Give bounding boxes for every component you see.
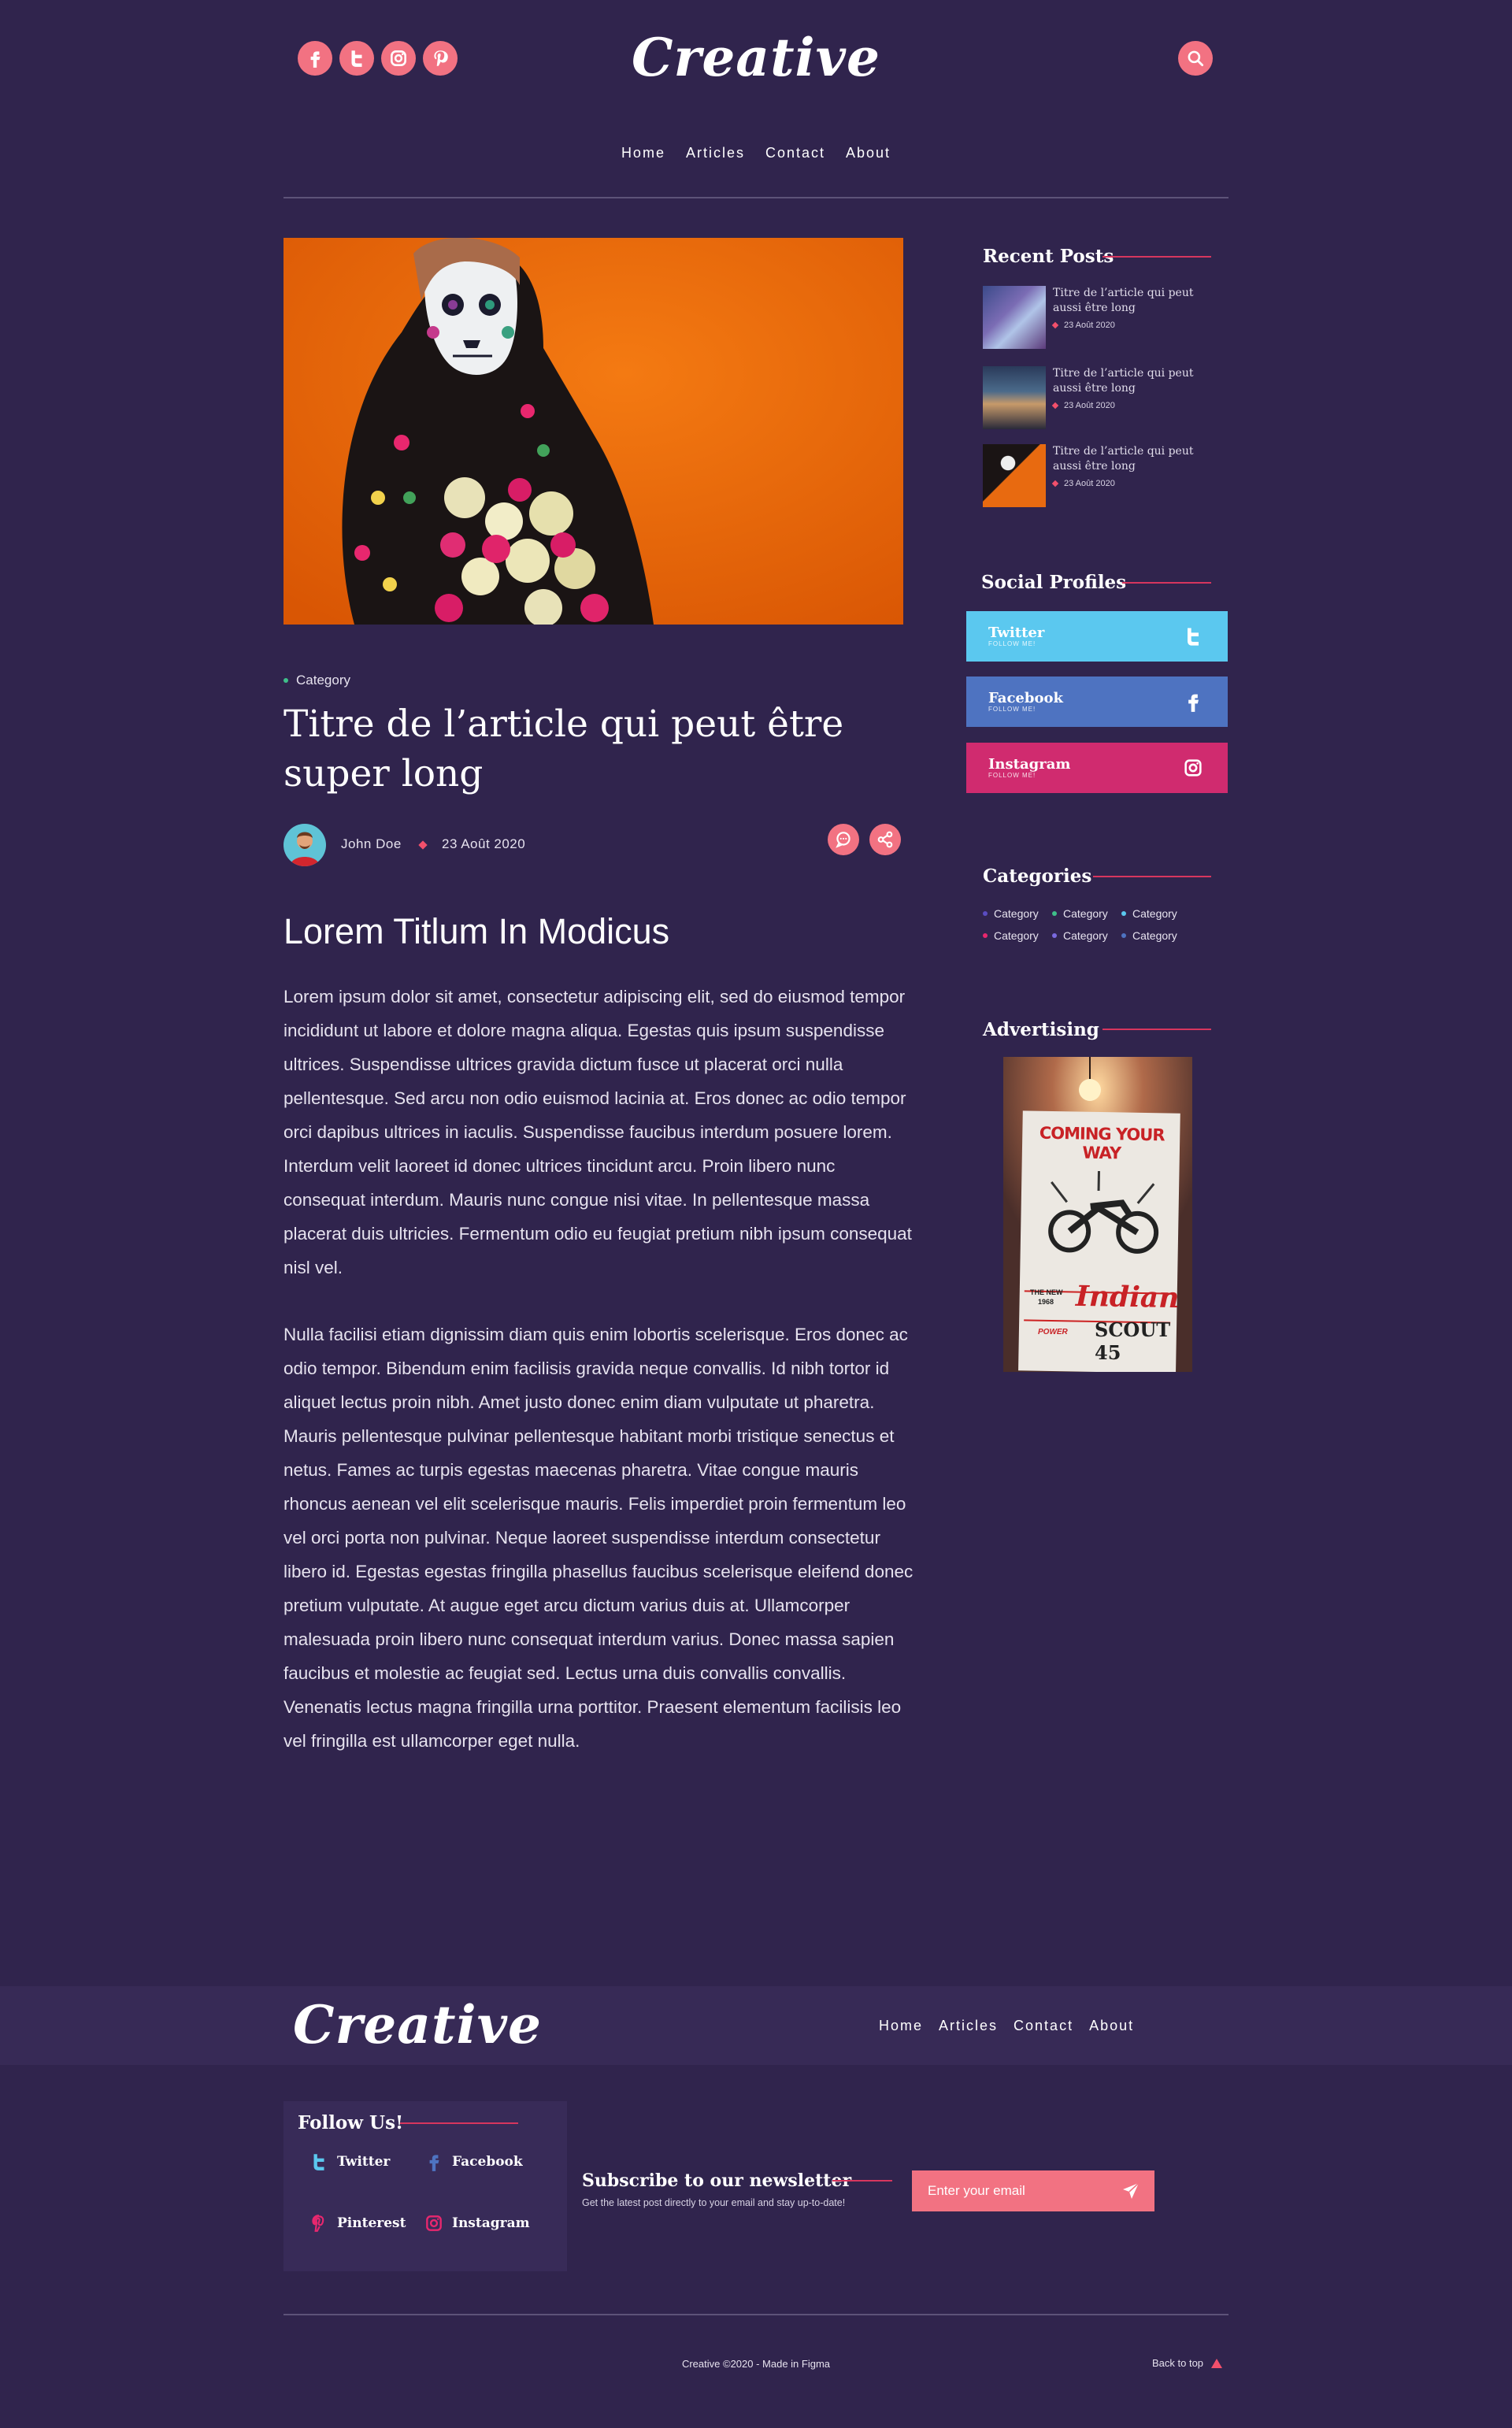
follow-us-line	[400, 2122, 518, 2124]
follow-pinterest[interactable]: Pinterest	[309, 2213, 406, 2233]
category-item[interactable]: Category	[1052, 929, 1121, 942]
share-icon	[877, 831, 893, 848]
newsletter-form: Enter your email	[912, 2170, 1154, 2211]
twitter-icon	[313, 2154, 324, 2170]
article-heading: Lorem Titlum In Modicus	[284, 911, 670, 951]
instagram-icon	[1184, 759, 1202, 777]
instagram-icon	[426, 2215, 442, 2231]
category-list: Category Category Category Category Cate…	[983, 907, 1191, 942]
recent-post-date: 23 Août 2020	[1051, 401, 1210, 410]
advertising-line	[1102, 1029, 1211, 1030]
ad-brand: Indian	[1075, 1279, 1180, 1315]
comment-button[interactable]	[828, 824, 859, 855]
search-icon	[1188, 50, 1204, 67]
twitter-icon	[1188, 628, 1199, 646]
advertising-banner[interactable]: COMING YOUR WAY THE NEW 1968 Indian POWE…	[1003, 1057, 1192, 1372]
article-date: 23 Août 2020	[442, 836, 526, 851]
recent-post-title: Titre de l’article qui peut aussi être l…	[1053, 287, 1194, 314]
facebook-icon	[1188, 694, 1199, 712]
category-item[interactable]: Category	[1052, 907, 1121, 920]
category-dot	[284, 678, 288, 683]
facebook-icon	[429, 2155, 439, 2171]
author-avatar[interactable]	[284, 824, 326, 866]
comment-icon	[836, 832, 850, 848]
newsletter-title: Subscribe to our newsletter	[582, 2170, 852, 2191]
category-item[interactable]: Category	[983, 929, 1052, 942]
recent-post-title: Titre de l’article qui peut aussi être l…	[1053, 367, 1194, 395]
recent-post-thumbnail	[983, 366, 1046, 429]
ad-model: SCOUT 45	[1095, 1318, 1171, 1364]
send-icon[interactable]	[1121, 2181, 1140, 2200]
header-divider	[284, 197, 1228, 198]
header-social-icons	[298, 41, 458, 76]
footer-logo[interactable]: Creative	[293, 1989, 542, 2060]
pinterest-icon[interactable]	[423, 41, 458, 76]
facebook-profile-button[interactable]: Facebook FOLLOW ME!	[966, 677, 1228, 727]
pinterest-icon	[312, 2215, 324, 2232]
category-label: Category	[296, 673, 350, 688]
footer-nav: Home Articles Contact About	[879, 2018, 1134, 2034]
follow-us-box: Follow Us! Twitter Facebook Pinterest In…	[284, 2101, 567, 2271]
article-hero-image	[284, 238, 903, 625]
footer-divider	[284, 2314, 1228, 2315]
main-nav: Home Articles Contact About	[0, 145, 1512, 161]
arrow-up-icon	[1211, 2358, 1223, 2368]
back-to-top-link[interactable]: Back to top	[1152, 2357, 1223, 2369]
advertising-title: Advertising	[983, 1019, 1099, 1040]
recent-post-date: 23 Août 2020	[1051, 479, 1210, 488]
category-item[interactable]: Category	[983, 907, 1052, 920]
follow-twitter[interactable]: Twitter	[309, 2152, 390, 2172]
facebook-icon[interactable]	[298, 41, 332, 76]
article-category[interactable]: Category	[284, 673, 350, 688]
site-logo[interactable]: Creative	[622, 22, 890, 93]
nav-about[interactable]: About	[846, 145, 891, 161]
instagram-profile-button[interactable]: Instagram FOLLOW ME!	[966, 743, 1228, 793]
newsletter-subtitle: Get the latest post directly to your ema…	[582, 2197, 846, 2208]
recent-post-thumbnail	[983, 444, 1046, 507]
ad-new-label: THE NEW	[1030, 1288, 1063, 1296]
article-paragraph-2: Nulla facilisi etiam dignissim diam quis…	[284, 1325, 914, 1751]
categories-title: Categories	[983, 866, 1092, 887]
recent-post-2[interactable]: Titre de l’article qui peut aussi être l…	[983, 366, 1210, 429]
social-profiles-line	[1122, 582, 1211, 584]
category-item[interactable]: Category	[1121, 929, 1191, 942]
follow-instagram[interactable]: Instagram	[424, 2213, 530, 2233]
article-paragraph-1: Lorem ipsum dolor sit amet, consectetur …	[284, 987, 912, 1277]
follow-facebook[interactable]: Facebook	[424, 2152, 523, 2172]
author-name[interactable]: John Doe	[341, 836, 402, 852]
share-button[interactable]	[869, 824, 901, 855]
recent-post-date: 23 Août 2020	[1051, 321, 1210, 330]
twitter-profile-button[interactable]: Twitter FOLLOW ME!	[966, 611, 1228, 662]
search-button[interactable]	[1178, 41, 1213, 76]
nav-contact[interactable]: Contact	[765, 145, 825, 161]
category-item[interactable]: Category	[1121, 907, 1191, 920]
recent-posts-title: Recent Posts	[983, 246, 1114, 267]
recent-post-1[interactable]: Titre de l’article qui peut aussi être l…	[983, 286, 1210, 349]
categories-line	[1093, 876, 1211, 877]
article-title: Titre de l’article qui peut être super l…	[284, 702, 844, 795]
instagram-icon[interactable]	[381, 41, 416, 76]
ad-year-label: 1968	[1038, 1298, 1054, 1306]
follow-us-title: Follow Us!	[298, 2112, 404, 2133]
recent-post-title: Titre de l’article qui peut aussi être l…	[1053, 445, 1194, 473]
footer-nav-about[interactable]: About	[1089, 2018, 1134, 2034]
ad-headline: COMING YOUR WAY	[1039, 1123, 1165, 1163]
newsletter-line	[832, 2180, 892, 2181]
footer-band	[0, 1986, 1512, 2065]
recent-posts-line	[1102, 256, 1211, 258]
ad-power-label: POWER	[1038, 1328, 1068, 1336]
email-input[interactable]: Enter your email	[928, 2183, 1025, 2199]
recent-post-3[interactable]: Titre de l’article qui peut aussi être l…	[983, 444, 1210, 507]
footer-nav-home[interactable]: Home	[879, 2018, 923, 2034]
meta-separator	[418, 840, 428, 850]
footer-nav-contact[interactable]: Contact	[1014, 2018, 1073, 2034]
nav-articles[interactable]: Articles	[686, 145, 745, 161]
recent-post-thumbnail	[983, 286, 1046, 349]
twitter-icon[interactable]	[339, 41, 374, 76]
footer-nav-articles[interactable]: Articles	[939, 2018, 998, 2034]
nav-home[interactable]: Home	[621, 145, 665, 161]
copyright: Creative ©2020 - Made in Figma	[681, 2358, 831, 2370]
social-profiles-title: Social Profiles	[981, 572, 1127, 593]
